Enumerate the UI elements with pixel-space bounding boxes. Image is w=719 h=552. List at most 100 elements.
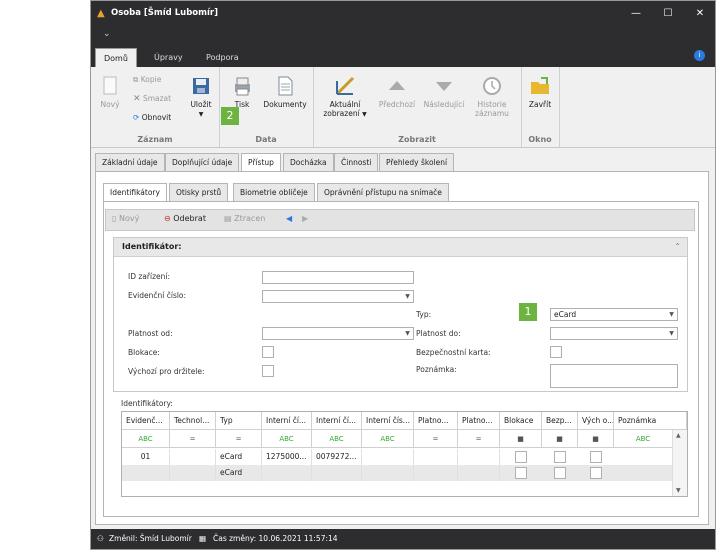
grid-header-cell[interactable]: Interní čís... bbox=[362, 412, 414, 430]
grid-filter-cell[interactable]: ■ bbox=[542, 430, 578, 448]
row-bezp-checkbox[interactable] bbox=[554, 451, 566, 463]
save-button[interactable]: Uložit ▼ bbox=[187, 75, 215, 119]
group-okno: Zavřít Okno bbox=[521, 67, 560, 147]
grid-header-cell[interactable]: Platno... bbox=[458, 412, 500, 430]
tab-domu[interactable]: Domů bbox=[95, 48, 137, 68]
save-dropdown-icon[interactable]: ▼ bbox=[199, 111, 204, 118]
delete-button[interactable]: ✕ Smazat bbox=[133, 94, 171, 104]
quick-access-dropdown-icon[interactable]: ⌄ bbox=[103, 29, 111, 39]
toolbar-lost-button[interactable]: ▤ Ztracen bbox=[224, 214, 265, 223]
row-vychozi-checkbox[interactable] bbox=[590, 467, 602, 479]
clock-icon bbox=[483, 77, 501, 95]
grid-filter-cell[interactable]: ABC bbox=[122, 430, 170, 448]
scroll-down-icon[interactable]: ▼ bbox=[676, 487, 681, 494]
minimize-button[interactable]: — bbox=[621, 5, 651, 23]
grid-header-cell[interactable]: Interní čí... bbox=[262, 412, 312, 430]
row-bezp-checkbox[interactable] bbox=[554, 467, 566, 479]
copy-icon: ⧉ bbox=[133, 75, 139, 84]
collapse-icon[interactable]: ⌃ bbox=[674, 242, 681, 251]
current-view-dropdown-icon[interactable]: ▼ bbox=[362, 111, 367, 118]
grid-cell: eCard bbox=[216, 465, 262, 481]
platnost-od-select[interactable]: ▼ bbox=[262, 327, 414, 340]
save-icon bbox=[193, 78, 209, 94]
current-view-label-2: zobrazení bbox=[323, 109, 360, 118]
new-document-icon bbox=[103, 76, 117, 95]
bezpecnostni-karta-checkbox[interactable] bbox=[550, 346, 562, 358]
grid-label: Identifikátory: bbox=[121, 399, 173, 408]
evidencni-cislo-select[interactable]: ▼ bbox=[262, 290, 414, 303]
scroll-up-icon[interactable]: ▲ bbox=[676, 432, 681, 439]
subtab-identifikatory[interactable]: Identifikátory bbox=[103, 183, 167, 202]
copy-button[interactable]: ⧉ Kopie bbox=[133, 75, 161, 85]
next-button[interactable]: Následující bbox=[419, 75, 469, 109]
vychozi-checkbox[interactable] bbox=[262, 365, 274, 377]
toolbar-back-icon[interactable]: ◀ bbox=[286, 214, 292, 223]
row-blokace-checkbox[interactable] bbox=[515, 467, 527, 479]
blokace-checkbox[interactable] bbox=[262, 346, 274, 358]
documents-button[interactable]: Dokumenty bbox=[263, 75, 307, 109]
grid-filter-cell[interactable]: = bbox=[216, 430, 262, 448]
row-vychozi-checkbox[interactable] bbox=[590, 451, 602, 463]
current-view-button[interactable]: Aktuální zobrazení ▼ bbox=[317, 75, 373, 119]
help-icon[interactable]: i bbox=[694, 50, 705, 61]
refresh-icon: ⟳ bbox=[133, 113, 140, 122]
grid-filter-cell[interactable]: ■ bbox=[500, 430, 542, 448]
grid-filter-cell[interactable]: ■ bbox=[578, 430, 614, 448]
tab-cinnosti[interactable]: Činnosti bbox=[334, 153, 379, 171]
toolbar-remove-label: Odebrat bbox=[173, 214, 206, 223]
row-blokace-checkbox[interactable] bbox=[515, 451, 527, 463]
grid-header-cell[interactable]: Typ bbox=[216, 412, 262, 430]
identifier-header-label: Identifikátor: bbox=[122, 242, 182, 251]
new-button[interactable]: Nový bbox=[95, 75, 125, 109]
poznamka-textarea[interactable] bbox=[550, 364, 678, 388]
tab-pristup[interactable]: Přístup bbox=[241, 153, 281, 172]
grid-header-cell[interactable]: Bezp... bbox=[542, 412, 578, 430]
grid-header-cell[interactable]: Evidenč... bbox=[122, 412, 170, 430]
grid-header-cell[interactable]: Blokace bbox=[500, 412, 542, 430]
maximize-button[interactable]: ☐ bbox=[653, 5, 683, 23]
subtab-otisky-prstu[interactable]: Otisky prstů bbox=[169, 183, 229, 201]
grid-filter-cell[interactable]: ABC bbox=[614, 430, 673, 448]
tab-dochazka[interactable]: Docházka bbox=[283, 153, 334, 171]
remove-icon: ⊖ bbox=[164, 214, 171, 223]
grid-header-cell[interactable]: Technol... bbox=[170, 412, 216, 430]
grid-header-cell[interactable]: Interní čí... bbox=[312, 412, 362, 430]
close-window-button[interactable]: Zavřít bbox=[525, 75, 555, 109]
subtab-biometrie-obliceje[interactable]: Biometrie obličeje bbox=[233, 183, 315, 201]
print-button[interactable]: Tisk bbox=[225, 75, 259, 109]
platnost-do-select[interactable]: ▼ bbox=[550, 327, 678, 340]
table-row[interactable]: eCard bbox=[122, 465, 673, 481]
grid-filter-cell[interactable]: ABC bbox=[312, 430, 362, 448]
toolbar-new-button[interactable]: ▯ Nový bbox=[112, 214, 139, 223]
arrow-up-icon bbox=[389, 81, 405, 90]
grid-scrollbar[interactable]: ▲ ▼ bbox=[672, 430, 687, 496]
sub-tabs: Identifikátory Otisky prstů Biometrie ob… bbox=[103, 183, 693, 202]
grid-filter-cell[interactable]: ABC bbox=[262, 430, 312, 448]
grid-filter-cell[interactable]: = bbox=[170, 430, 216, 448]
tab-upravy[interactable]: Úpravy bbox=[146, 48, 191, 67]
table-row[interactable]: 01 eCard 1275000... 0079272... bbox=[122, 449, 673, 465]
window-title: Osoba [Šmíd Lubomír] bbox=[111, 8, 218, 18]
toolbar-forward-icon[interactable]: ▶ bbox=[302, 214, 308, 223]
grid-filter-cell[interactable]: ABC bbox=[362, 430, 414, 448]
platnost-od-label: Platnost od: bbox=[128, 329, 173, 338]
grid-header-cell[interactable]: Vých o... bbox=[578, 412, 614, 430]
toolbar-remove-button[interactable]: ⊖ Odebrat bbox=[164, 214, 206, 223]
grid-header-cell[interactable]: Platno... bbox=[414, 412, 458, 430]
grid-filter-cell[interactable]: = bbox=[458, 430, 500, 448]
typ-select[interactable]: eCard ▼ bbox=[550, 308, 678, 321]
calendar-icon: ▦ bbox=[199, 534, 207, 543]
close-button[interactable]: ✕ bbox=[685, 5, 715, 23]
grid-filter-cell[interactable]: = bbox=[414, 430, 458, 448]
previous-button[interactable]: Předchozí bbox=[375, 75, 419, 109]
history-button[interactable]: Historie záznamu bbox=[469, 75, 515, 118]
tab-doplnujici-udaje[interactable]: Doplňující údaje bbox=[165, 153, 240, 171]
refresh-button[interactable]: ⟳ Obnovit bbox=[133, 113, 171, 122]
tab-zakladni-udaje[interactable]: Základní údaje bbox=[95, 153, 165, 171]
tab-prehledy-skoleni[interactable]: Přehledy školení bbox=[379, 153, 455, 171]
grid-header-cell[interactable]: Poznámka bbox=[614, 412, 687, 430]
id-zarizeni-input[interactable] bbox=[262, 271, 414, 284]
quick-access-toolbar: ⌄ bbox=[91, 27, 715, 45]
tab-podpora[interactable]: Podpora bbox=[198, 48, 247, 67]
subtab-opravneni-pristupu[interactable]: Oprávnění přístupu na snímače bbox=[317, 183, 449, 201]
